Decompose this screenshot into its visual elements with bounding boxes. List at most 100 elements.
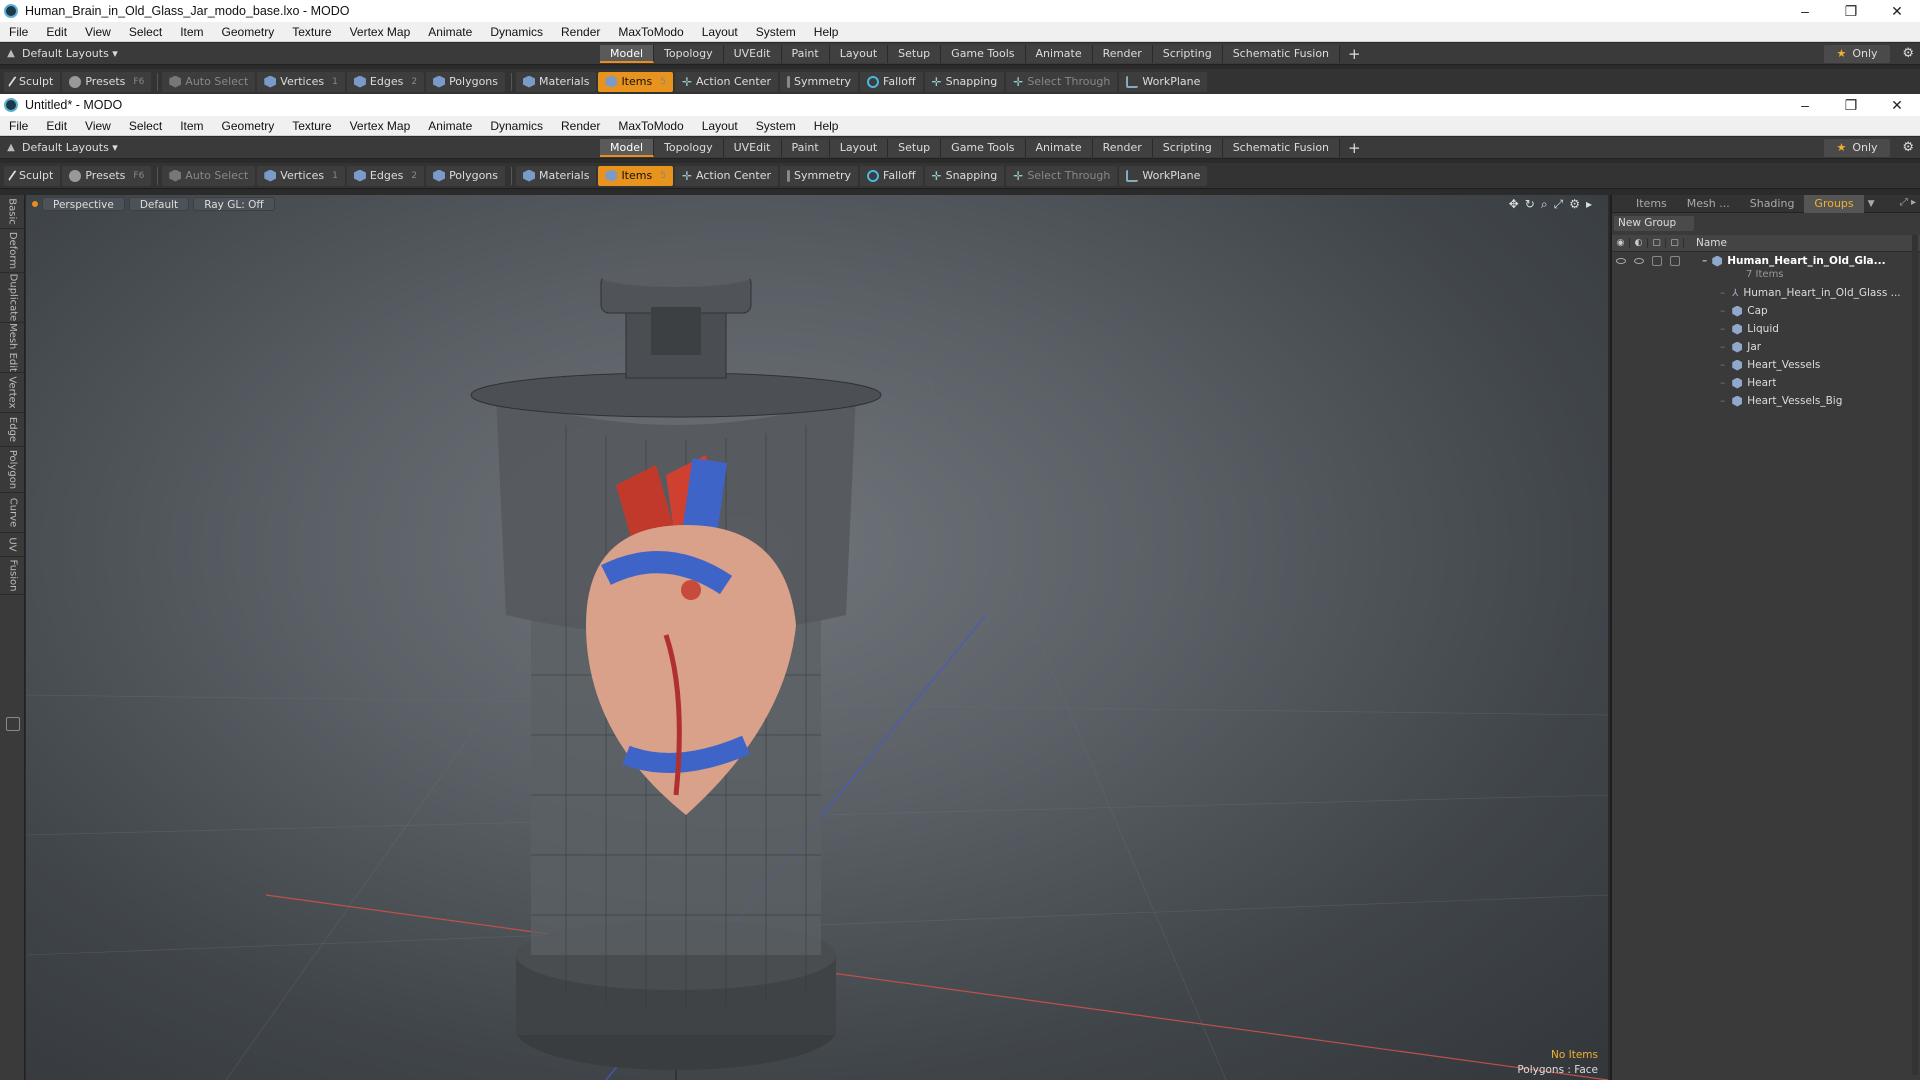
left-tab-fusion[interactable]: Fusion (0, 557, 25, 595)
expand-panel-icon[interactable]: ⤢ ▸ (1900, 197, 1916, 208)
viewport-menu-icon[interactable]: ▸ (1586, 197, 1592, 212)
layout-pin-icon[interactable]: ▲ (0, 48, 22, 59)
select-through-button[interactable]: ✛ Select Through (1006, 165, 1118, 186)
left-tab-edge[interactable]: Edge (0, 413, 25, 447)
panel-tab-groups[interactable]: Groups (1804, 194, 1864, 213)
tab-game-tools[interactable]: Game Tools (941, 44, 1026, 63)
left-tab-deform[interactable]: Deform (0, 229, 25, 273)
group-child-item[interactable]: – Liquid (1612, 320, 1920, 338)
gear-icon[interactable]: ⚙ (1902, 140, 1914, 155)
menu-animate[interactable]: Animate (419, 116, 481, 136)
viewport-gear-icon[interactable]: ⚙ (1569, 197, 1580, 212)
presets-button[interactable]: Presets F6 (62, 71, 152, 92)
tab-scripting[interactable]: Scripting (1152, 138, 1223, 157)
maximize-icon[interactable]: ⤢ (1554, 197, 1564, 212)
menu-maxtomodo[interactable]: MaxToModo (609, 22, 692, 42)
items-button[interactable]: Items 5 (598, 71, 673, 92)
menu-view[interactable]: View (76, 116, 120, 136)
render-toggle-icon[interactable] (1634, 258, 1644, 264)
snapping-button[interactable]: ✛ Snapping (924, 71, 1005, 92)
menu-geometry[interactable]: Geometry (213, 22, 284, 42)
name-column-header[interactable]: Name (1684, 237, 1727, 249)
lock-checkbox[interactable] (1652, 256, 1662, 266)
symmetry-button[interactable]: Symmetry (780, 165, 859, 186)
tab-game-tools[interactable]: Game Tools (941, 138, 1026, 157)
menu-view[interactable]: View (76, 22, 120, 42)
tab-animate[interactable]: Animate (1025, 138, 1093, 157)
snapping-button[interactable]: ✛ Snapping (924, 165, 1005, 186)
tab-schematic-fusion[interactable]: Schematic Fusion (1222, 44, 1341, 63)
menu-system[interactable]: System (747, 116, 805, 136)
menu-vertex-map[interactable]: Vertex Map (341, 22, 420, 42)
group-child-item[interactable]: – ⅄ Human_Heart_in_Old_Glass ... (1612, 284, 1920, 302)
symmetry-button[interactable]: Symmetry (780, 71, 859, 92)
menu-select[interactable]: Select (120, 22, 171, 42)
auto-select-button[interactable]: Auto Select (162, 71, 256, 92)
select-column-icon[interactable]: ▢ (1666, 238, 1684, 248)
select-through-button[interactable]: ✛ Select Through (1006, 71, 1118, 92)
menu-maxtomodo[interactable]: MaxToModo (609, 116, 692, 136)
rotate-icon[interactable]: ↻ (1525, 197, 1535, 212)
restore-button[interactable]: ❐ (1828, 94, 1874, 116)
vertices-button[interactable]: Vertices 1 (257, 71, 345, 92)
group-child-item[interactable]: – Cap (1612, 302, 1920, 320)
default-layouts-dropdown[interactable]: Default Layouts ▾ (22, 141, 118, 154)
menu-item[interactable]: Item (171, 22, 212, 42)
tab-layout[interactable]: Layout (829, 44, 889, 63)
menu-texture[interactable]: Texture (283, 22, 340, 42)
tab-model[interactable]: Model (600, 138, 655, 157)
left-tab-vertex[interactable]: Vertex (0, 373, 25, 413)
workplane-button[interactable]: WorkPlane (1119, 165, 1208, 186)
falloff-button[interactable]: Falloff (860, 71, 923, 92)
tab-paint[interactable]: Paint (781, 138, 830, 157)
new-group-button[interactable]: New Group (1614, 216, 1694, 231)
menu-dynamics[interactable]: Dynamics (481, 22, 552, 42)
left-tab-basic[interactable]: Basic (0, 195, 25, 229)
collapse-arrow-icon[interactable]: – (1702, 255, 1707, 267)
tab-model[interactable]: Model (600, 44, 655, 63)
tab-schematic-fusion[interactable]: Schematic Fusion (1222, 138, 1341, 157)
panel-tab-shading[interactable]: Shading (1740, 195, 1805, 213)
left-tab-curve[interactable]: Curve (0, 493, 25, 533)
tabs-dropdown-icon[interactable]: ▼ (1864, 199, 1879, 209)
default-layouts-dropdown[interactable]: Default Layouts ▾ (22, 47, 118, 60)
left-tab-polygon[interactable]: Polygon (0, 447, 25, 493)
only-button[interactable]: ★ Only (1824, 138, 1890, 157)
group-child-item[interactable]: – Heart_Vessels_Big (1612, 392, 1920, 410)
pan-icon[interactable]: ✥ (1509, 197, 1519, 212)
menu-vertex-map[interactable]: Vertex Map (341, 116, 420, 136)
left-tab-uv[interactable]: UV (0, 533, 25, 557)
edges-button[interactable]: Edges 2 (346, 71, 425, 92)
vertices-button[interactable]: Vertices 1 (257, 165, 345, 186)
menu-file[interactable]: File (0, 116, 37, 136)
lock-column-icon[interactable]: ▢ (1648, 238, 1666, 248)
select-checkbox[interactable] (1670, 256, 1680, 266)
gear-icon[interactable]: ⚙ (1902, 46, 1914, 61)
view-mode-dropdown[interactable]: Perspective (42, 197, 125, 211)
close-button[interactable]: ✕ (1874, 0, 1920, 22)
add-layout-tab-button[interactable]: + (1340, 45, 1369, 63)
menu-item[interactable]: Item (171, 116, 212, 136)
menu-render[interactable]: Render (552, 22, 609, 42)
left-tab-duplicate[interactable]: Duplicate (0, 273, 25, 323)
sculpt-button[interactable]: Sculpt (4, 165, 61, 186)
tab-uvedit[interactable]: UVEdit (723, 44, 782, 63)
polygons-button[interactable]: Polygons (426, 165, 506, 186)
tab-uvedit[interactable]: UVEdit (723, 138, 782, 157)
items-button[interactable]: Items 5 (598, 165, 673, 186)
menu-layout[interactable]: Layout (693, 116, 747, 136)
menu-edit[interactable]: Edit (37, 22, 76, 42)
tab-topology[interactable]: Topology (654, 138, 724, 157)
raygl-toggle[interactable]: Ray GL: Off (193, 197, 275, 211)
menu-geometry[interactable]: Geometry (213, 116, 284, 136)
restore-button[interactable]: ❐ (1828, 0, 1874, 22)
menu-help[interactable]: Help (805, 22, 848, 42)
sculpt-button[interactable]: Sculpt (4, 71, 61, 92)
menu-texture[interactable]: Texture (283, 116, 340, 136)
workplane-button[interactable]: WorkPlane (1119, 71, 1208, 92)
tab-render[interactable]: Render (1092, 44, 1153, 63)
group-row[interactable]: – Human_Heart_in_Old_Gla... (1612, 252, 1920, 270)
visibility-column-icon[interactable]: ◉ (1612, 238, 1630, 248)
collapse-toggle[interactable] (6, 717, 20, 731)
menu-dynamics[interactable]: Dynamics (481, 116, 552, 136)
